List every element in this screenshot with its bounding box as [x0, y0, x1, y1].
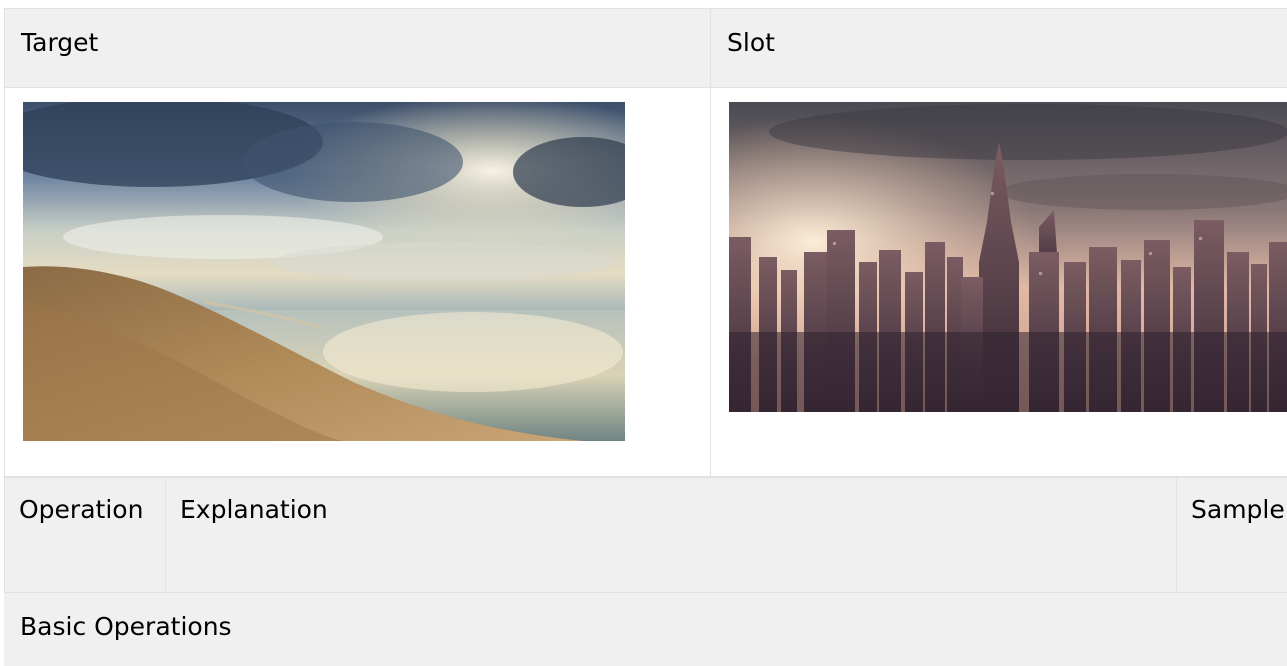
- header-sample-label: Sample: [1191, 495, 1285, 524]
- beach-dune-sunset-image: [23, 102, 710, 441]
- operations-table: Operation Explanation Sample: [4, 477, 1287, 593]
- section-title: Basic Operations: [20, 612, 232, 641]
- city-skyline-sunset-image-svg: [729, 102, 1287, 412]
- section-row-basic-operations: Basic Operations: [4, 592, 1287, 666]
- header-slot: Slot: [710, 8, 1287, 88]
- target-image-cell: [4, 87, 711, 477]
- page: Target Slot Operation Explanation Sample…: [0, 0, 1287, 666]
- table-header-row: Operation Explanation Sample: [4, 477, 1287, 593]
- header-operation: Operation: [4, 477, 166, 593]
- slot-image-cell: [710, 87, 1287, 477]
- beach-dune-sunset-image-svg: [23, 102, 625, 441]
- city-skyline-sunset-image: [729, 102, 1287, 412]
- header-slot-label: Slot: [727, 28, 775, 57]
- table-row: [4, 87, 1287, 477]
- header-explanation: Explanation: [165, 477, 1177, 593]
- header-sample: Sample: [1176, 477, 1287, 593]
- header-target-label: Target: [21, 28, 99, 57]
- table-header-row: Target Slot: [4, 8, 1287, 88]
- header-explanation-label: Explanation: [180, 495, 328, 524]
- header-target: Target: [4, 8, 711, 88]
- header-operation-label: Operation: [19, 495, 144, 524]
- target-slot-table: Target Slot: [4, 8, 1287, 477]
